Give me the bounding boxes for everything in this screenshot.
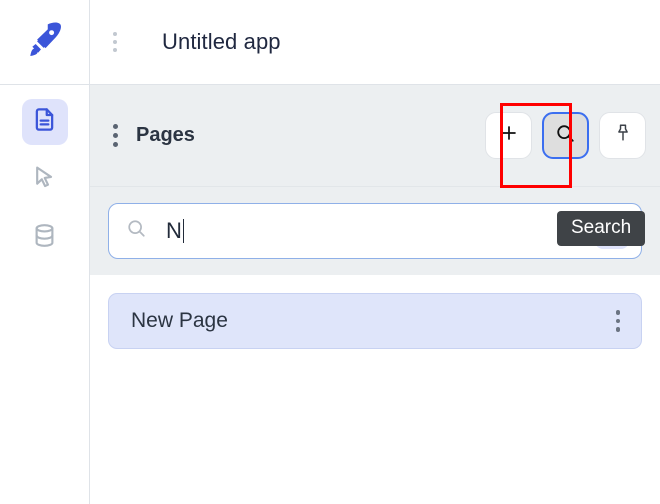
main-panel: Untitled app Pages N New Page bbox=[90, 0, 660, 504]
vertical-dots-icon-dot bbox=[113, 32, 117, 36]
search-input-value: N bbox=[166, 218, 182, 243]
page-list: New Page bbox=[90, 275, 660, 504]
app-header: Untitled app bbox=[90, 0, 660, 85]
icon-rail bbox=[0, 0, 90, 504]
cursor-pointer-icon bbox=[31, 164, 58, 196]
sidebar-item-pages[interactable] bbox=[21, 99, 68, 145]
plus-icon bbox=[498, 122, 520, 149]
vertical-dots-icon-dot bbox=[615, 310, 621, 315]
database-icon bbox=[31, 222, 58, 254]
pages-title: Pages bbox=[136, 124, 195, 146]
search-icon bbox=[554, 122, 577, 150]
tooltip: Search bbox=[557, 211, 646, 246]
vertical-dots-icon-dot bbox=[615, 318, 621, 324]
pages-menu-button[interactable] bbox=[106, 122, 124, 150]
rocket-icon bbox=[23, 18, 67, 67]
text-caret bbox=[182, 219, 185, 243]
vertical-dots-icon-dot bbox=[112, 133, 118, 138]
document-icon bbox=[31, 106, 58, 138]
list-item[interactable]: New Page bbox=[108, 293, 642, 349]
vertical-dots-icon-dot bbox=[112, 124, 118, 129]
pages-header: Pages bbox=[90, 85, 660, 187]
vertical-dots-icon-dot bbox=[112, 142, 118, 147]
page-item-label: New Page bbox=[131, 309, 228, 332]
vertical-dots-icon-dot bbox=[113, 48, 117, 52]
search-pages-button[interactable] bbox=[542, 112, 589, 159]
vertical-dots-icon-dot bbox=[615, 327, 621, 332]
pages-header-buttons bbox=[485, 112, 646, 159]
search-icon bbox=[125, 217, 148, 245]
vertical-dots-icon-dot bbox=[113, 40, 117, 44]
pages-section: Pages N bbox=[90, 85, 660, 275]
app-logo[interactable] bbox=[0, 0, 89, 85]
add-page-button[interactable] bbox=[485, 112, 532, 159]
app-window: Untitled app Pages N New Page Search bbox=[0, 0, 660, 504]
page-item-menu-button[interactable] bbox=[609, 307, 627, 335]
sidebar-item-components[interactable] bbox=[22, 157, 68, 203]
app-menu-button[interactable] bbox=[106, 28, 124, 56]
pin-panel-button[interactable] bbox=[599, 112, 646, 159]
page-title: Untitled app bbox=[162, 29, 281, 54]
rail-item-list bbox=[0, 85, 89, 261]
pin-icon bbox=[612, 122, 634, 149]
sidebar-item-data[interactable] bbox=[22, 215, 68, 261]
